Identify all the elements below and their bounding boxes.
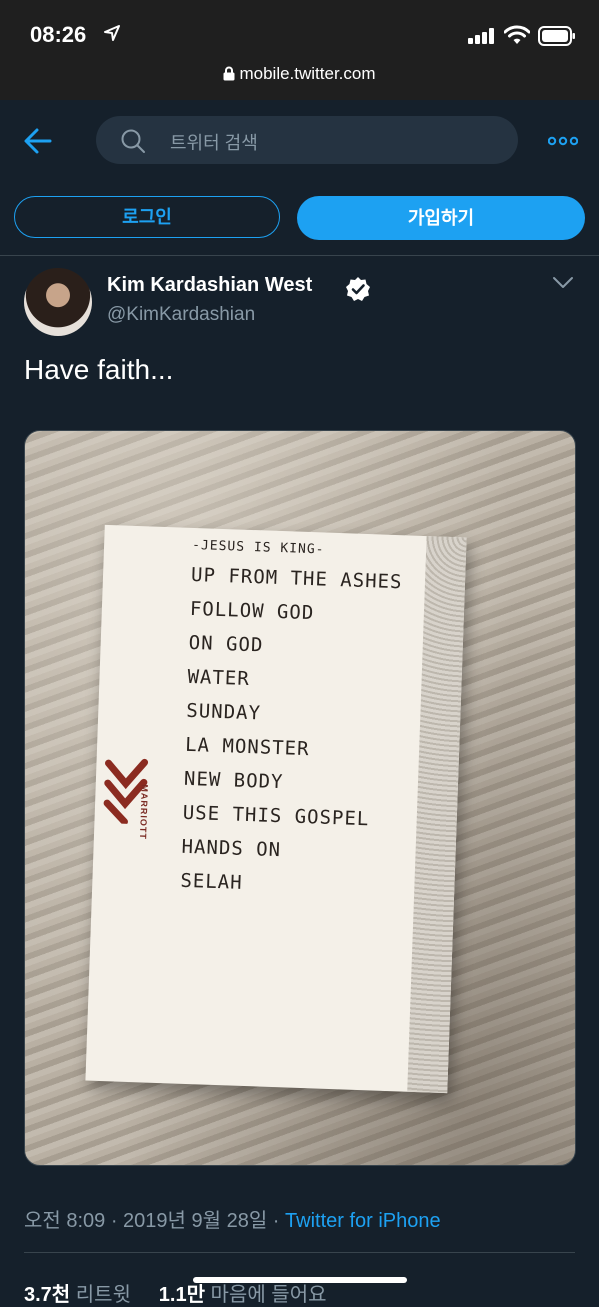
signup-button[interactable]: 가입하기: [297, 196, 585, 240]
tweet-photo[interactable]: MARRIOTT -JESUS IS KING- UP FROM THE ASH…: [24, 430, 576, 1166]
home-indicator[interactable]: [193, 1277, 407, 1283]
location-arrow-icon: [104, 25, 120, 41]
search-input[interactable]: 트위터 검색: [96, 116, 518, 164]
setlist-card: MARRIOTT -JESUS IS KING- UP FROM THE ASH…: [85, 524, 467, 1094]
login-button[interactable]: 로그인: [14, 196, 280, 238]
more-icon[interactable]: [548, 134, 578, 148]
divider: [24, 1252, 575, 1253]
retweets-label[interactable]: 리트윗: [76, 1284, 131, 1306]
search-icon: [121, 129, 145, 153]
status-bar: 08:26 mobile.twitter.com: [0, 0, 599, 100]
back-arrow-icon[interactable]: [22, 126, 54, 156]
tweet-source[interactable]: Twitter for iPhone: [285, 1210, 441, 1232]
setlist-line: SELAH: [180, 869, 243, 894]
wifi-icon: [504, 25, 530, 44]
likes-count[interactable]: 1.1만: [159, 1284, 205, 1306]
status-time: 08:26: [30, 22, 87, 47]
user-handle[interactable]: @KimKardashian: [107, 304, 255, 326]
signal-icon: [468, 28, 494, 44]
chevron-down-icon[interactable]: [552, 276, 574, 290]
search-placeholder: 트위터 검색: [170, 133, 258, 153]
setlist: -JESUS IS KING- UP FROM THE ASHES FOLLOW…: [180, 534, 404, 905]
verified-icon: [346, 277, 370, 301]
likes-label[interactable]: 마음에 들어요: [211, 1284, 327, 1306]
display-name[interactable]: Kim Kardashian West: [107, 274, 312, 297]
retweets-count[interactable]: 3.7천: [24, 1284, 70, 1306]
tweet-text: Have faith...: [24, 354, 174, 385]
tweet-timestamp[interactable]: 오전 8:09 · 2019년 9월 28일 ·: [24, 1210, 285, 1232]
battery-icon: [538, 26, 575, 46]
card-pattern-edge: [407, 536, 467, 1094]
avatar[interactable]: [24, 268, 92, 336]
lock-icon: [223, 66, 235, 81]
card-brand: MARRIOTT: [137, 784, 150, 841]
url-text: mobile.twitter.com: [239, 64, 376, 83]
tweet: Kim Kardashian West @KimKardashian Have …: [0, 256, 599, 1306]
tweet-meta: 오전 8:09 · 2019년 9월 28일 · Twitter for iPh…: [24, 1204, 441, 1233]
address-bar[interactable]: mobile.twitter.com: [0, 64, 599, 84]
top-navigation: 트위터 검색 로그인 가입하기: [0, 100, 599, 256]
